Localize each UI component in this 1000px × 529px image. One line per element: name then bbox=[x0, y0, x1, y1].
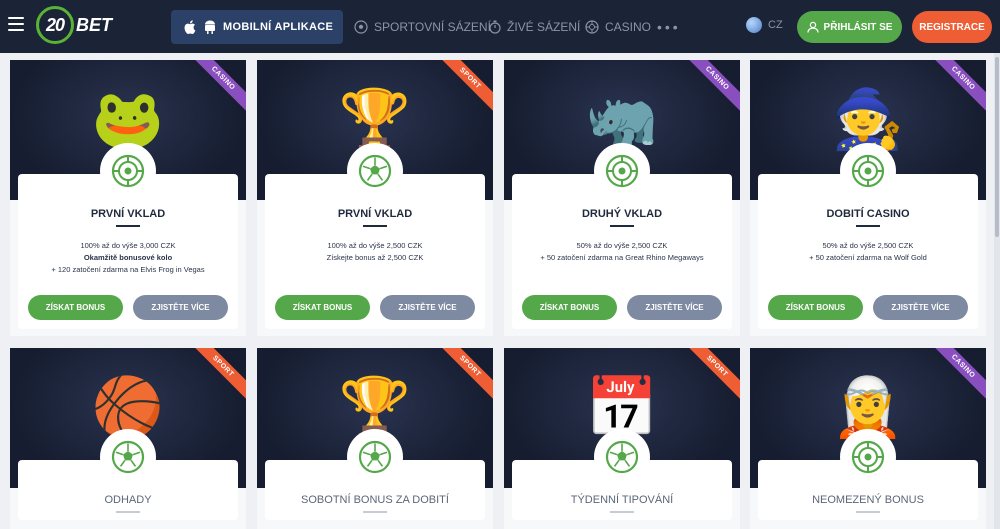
promo-card: SPORT 🏆 PRVNÍ VKLAD 100% až do výše 2,50… bbox=[257, 60, 493, 336]
promo-panel: SOBOTNÍ BONUS ZA DOBITÍ bbox=[265, 432, 485, 520]
title-divider bbox=[856, 511, 880, 513]
promo-description: 100% až do výše 2,500 CZK Získejte bonus… bbox=[265, 240, 485, 264]
title-divider bbox=[116, 511, 140, 513]
promo-line: + 120 zatočení zdarma na Elvis Frog in V… bbox=[51, 265, 205, 274]
promo-title: SOBOTNÍ BONUS ZA DOBITÍ bbox=[301, 494, 449, 506]
promo-description: 50% až do výše 2,500 CZK + 50 zatočení z… bbox=[512, 240, 732, 264]
login-label: PŘIHLÁSIT SE bbox=[823, 21, 893, 33]
roulette-icon bbox=[103, 146, 153, 196]
promo-card: CASINO 🐸 PRVNÍ VKLAD 100% až do výše 3,0… bbox=[10, 60, 246, 336]
promo-line: 100% až do výše 2,500 CZK bbox=[327, 241, 423, 250]
roulette-icon bbox=[843, 432, 893, 482]
scrollbar-thumb[interactable] bbox=[995, 57, 999, 237]
category-tag: SPORT bbox=[433, 348, 493, 403]
nav-label: ŽIVÉ SÁZENÍ bbox=[507, 19, 581, 34]
get-bonus-button[interactable]: ZÍSKAT BONUS bbox=[768, 295, 863, 320]
promo-panel: DRUHÝ VKLAD 50% až do výše 2,500 CZK + 5… bbox=[512, 146, 732, 329]
logo-number: 20 bbox=[36, 6, 74, 44]
promo-panel: NEOMEZENÝ BONUS bbox=[758, 432, 978, 520]
register-button[interactable]: REGISTRACE bbox=[912, 11, 992, 43]
hamburger-menu-icon[interactable] bbox=[8, 17, 24, 31]
soccer-ball-icon bbox=[354, 19, 368, 34]
login-button[interactable]: PŘIHLÁSIT SE bbox=[797, 11, 902, 43]
promo-description: 100% až do výše 3,000 CZK Okamžitě bonus… bbox=[18, 240, 238, 276]
learn-more-button[interactable]: ZJISTĚTE VÍCE bbox=[380, 295, 475, 320]
promo-panel: TÝDENNÍ TIPOVÁNÍ bbox=[512, 432, 732, 520]
nav-label: CASINO bbox=[605, 19, 652, 34]
user-icon bbox=[806, 21, 819, 33]
mobile-app-label: MOBILNÍ APLIKACE bbox=[223, 21, 334, 33]
soccer-ball-icon bbox=[103, 432, 153, 482]
promo-title: DRUHÝ VKLAD bbox=[581, 208, 663, 220]
android-icon bbox=[203, 20, 217, 34]
nav-sports-betting[interactable]: SPORTOVNÍ SÁZENÍ bbox=[354, 0, 491, 53]
apple-icon bbox=[183, 20, 197, 34]
promo-line: 50% až do výše 2,500 CZK bbox=[822, 241, 914, 250]
promo-description: 50% až do výše 2,500 CZK + 50 zatočení z… bbox=[758, 240, 978, 264]
category-tag: SPORT bbox=[680, 348, 740, 403]
learn-more-button[interactable]: ZJISTĚTE VÍCE bbox=[627, 295, 722, 320]
promo-card: SPORT 🏀 ODHADY bbox=[10, 348, 246, 529]
title-divider bbox=[610, 225, 634, 227]
learn-more-button[interactable]: ZJISTĚTE VÍCE bbox=[873, 295, 968, 320]
promo-panel: PRVNÍ VKLAD 100% až do výše 2,500 CZK Zí… bbox=[265, 146, 485, 329]
soccer-ball-icon bbox=[597, 432, 647, 482]
get-bonus-button[interactable]: ZÍSKAT BONUS bbox=[28, 295, 123, 320]
promo-card: CASINO 🦏 DRUHÝ VKLAD 50% až do výše 2,50… bbox=[504, 60, 740, 336]
logo[interactable]: 20 BET bbox=[36, 6, 112, 44]
promo-title: DOBITÍ CASINO bbox=[826, 208, 910, 220]
title-divider bbox=[363, 511, 387, 513]
title-divider bbox=[856, 225, 880, 227]
roulette-icon bbox=[843, 146, 893, 196]
promo-title: ODHADY bbox=[104, 494, 152, 506]
learn-more-button[interactable]: ZJISTĚTE VÍCE bbox=[133, 295, 228, 320]
language-code: CZ bbox=[768, 19, 783, 31]
category-tag: SPORT bbox=[433, 60, 493, 115]
promo-panel: PRVNÍ VKLAD 100% až do výše 3,000 CZK Ok… bbox=[18, 146, 238, 329]
nav-casino[interactable]: CASINO bbox=[585, 0, 651, 53]
stopwatch-icon bbox=[489, 20, 501, 34]
promo-panel: ODHADY bbox=[18, 432, 238, 520]
logo-text: BET bbox=[76, 14, 112, 35]
promo-card: CASINO 🧙 DOBITÍ CASINO 50% až do výše 2,… bbox=[750, 60, 986, 336]
more-menu-button[interactable]: ••• bbox=[657, 19, 681, 35]
promo-line: 100% až do výše 3,000 CZK bbox=[80, 241, 176, 250]
nav-label: SPORTOVNÍ SÁZENÍ bbox=[374, 19, 491, 34]
mobile-app-button[interactable]: MOBILNÍ APLIKACE bbox=[171, 10, 343, 44]
category-tag: CASINO bbox=[186, 60, 246, 115]
promo-line: + 50 zatočení zdarma na Wolf Gold bbox=[809, 253, 927, 262]
roulette-icon bbox=[597, 146, 647, 196]
promo-card: CASINO 🧝 NEOMEZENÝ BONUS bbox=[750, 348, 986, 529]
category-tag: CASINO bbox=[680, 60, 740, 115]
promo-line: Okamžitě bonusové kolo bbox=[83, 253, 173, 262]
category-tag: CASINO bbox=[926, 348, 986, 403]
soccer-ball-icon bbox=[350, 146, 400, 196]
title-divider bbox=[116, 225, 140, 227]
category-tag: CASINO bbox=[926, 60, 986, 115]
category-tag: SPORT bbox=[186, 348, 246, 403]
promo-panel: DOBITÍ CASINO 50% až do výše 2,500 CZK +… bbox=[758, 146, 978, 329]
soccer-ball-icon bbox=[350, 432, 400, 482]
promo-title: PRVNÍ VKLAD bbox=[90, 208, 166, 220]
page-scrollbar[interactable] bbox=[994, 53, 1000, 529]
promo-title: NEOMEZENÝ BONUS bbox=[812, 494, 924, 506]
promo-line: + 50 zatočení zdarma na Great Rhino Mega… bbox=[540, 253, 704, 262]
promo-title: PRVNÍ VKLAD bbox=[337, 208, 413, 220]
title-divider bbox=[363, 225, 387, 227]
get-bonus-button[interactable]: ZÍSKAT BONUS bbox=[522, 295, 617, 320]
title-divider bbox=[610, 511, 634, 513]
casino-chip-icon bbox=[585, 19, 599, 34]
promo-card: SPORT 📅 TÝDENNÍ TIPOVÁNÍ bbox=[504, 348, 740, 529]
promo-card: SPORT 🏆 SOBOTNÍ BONUS ZA DOBITÍ bbox=[257, 348, 493, 529]
top-header: 20 BET MOBILNÍ APLIKACE SPORTOVNÍ SÁZENÍ… bbox=[0, 0, 1000, 53]
language-selector[interactable]: CZ bbox=[746, 17, 783, 33]
promo-line: 50% až do výše 2,500 CZK bbox=[576, 241, 668, 250]
nav-live-betting[interactable]: ŽIVÉ SÁZENÍ bbox=[489, 0, 580, 53]
get-bonus-button[interactable]: ZÍSKAT BONUS bbox=[275, 295, 370, 320]
globe-icon bbox=[746, 17, 762, 33]
promo-title: TÝDENNÍ TIPOVÁNÍ bbox=[570, 494, 674, 506]
promo-line: Získejte bonus až 2,500 CZK bbox=[326, 253, 424, 262]
